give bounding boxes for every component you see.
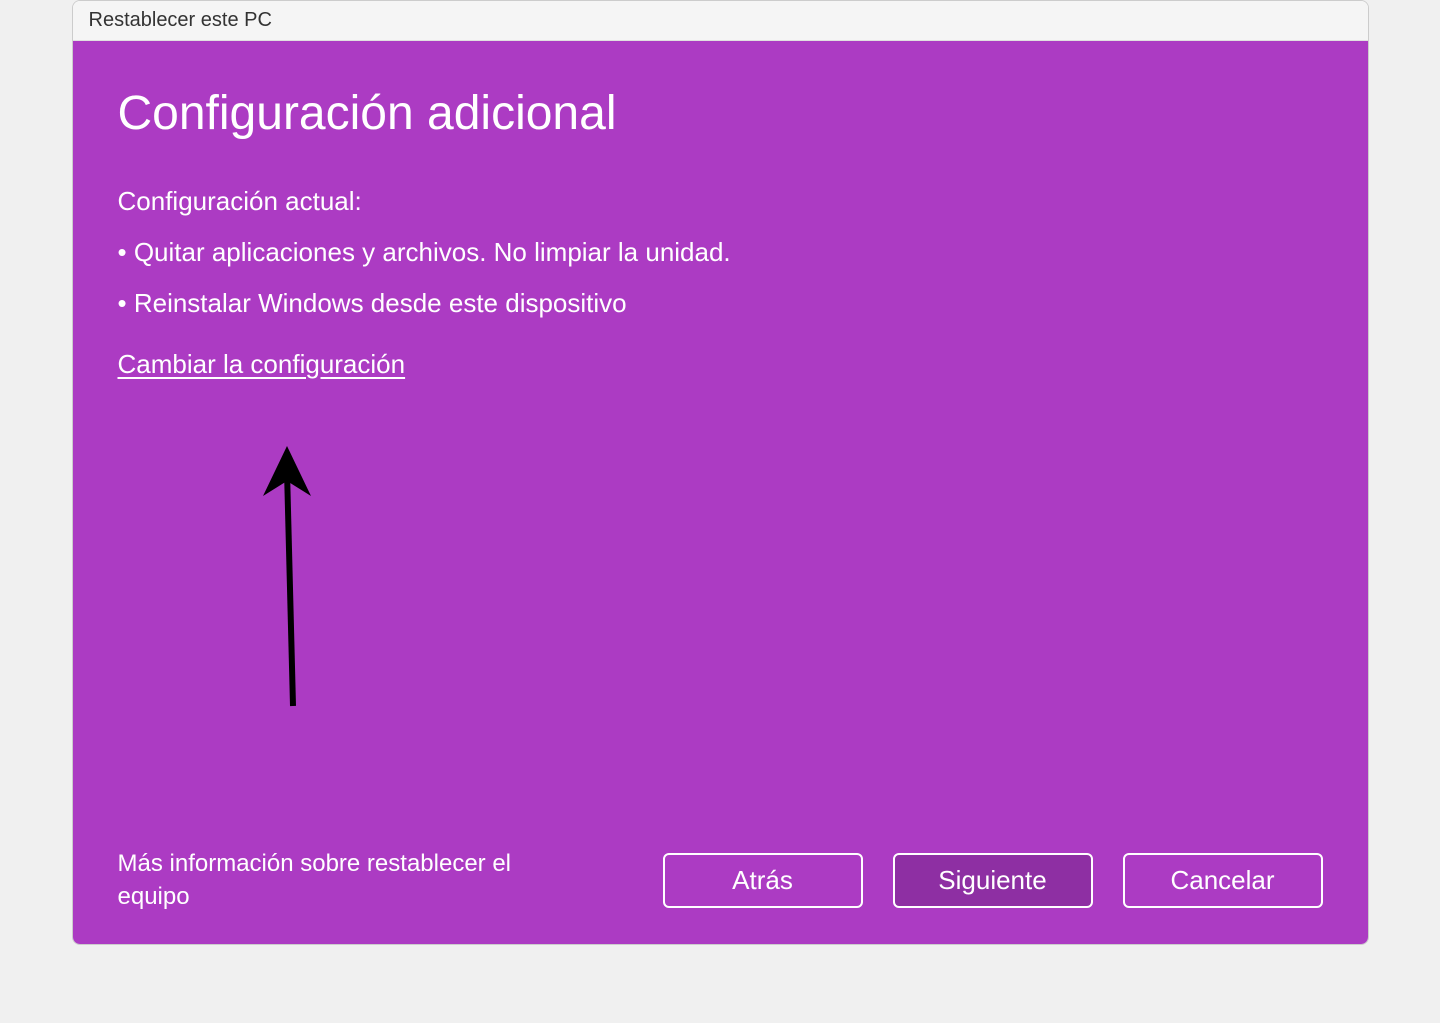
dialog-footer: Más información sobre restablecer el equ… <box>118 847 1323 914</box>
arrow-annotation-icon <box>253 441 333 711</box>
back-button[interactable]: Atrás <box>663 853 863 908</box>
button-row: Atrás Siguiente Cancelar <box>663 853 1323 908</box>
config-bullet-item: • Quitar aplicaciones y archivos. No lim… <box>118 237 1323 268</box>
more-info-link[interactable]: Más información sobre restablecer el equ… <box>118 847 568 914</box>
next-button[interactable]: Siguiente <box>893 853 1093 908</box>
dialog-content: Configuración adicional Configuración ac… <box>73 41 1368 944</box>
config-bullet-item: • Reinstalar Windows desde este disposit… <box>118 288 1323 319</box>
window-title: Restablecer este PC <box>89 9 272 31</box>
current-config-label: Configuración actual: <box>118 186 1323 217</box>
change-settings-link[interactable]: Cambiar la configuración <box>118 349 1323 380</box>
page-heading: Configuración adicional <box>118 86 1323 141</box>
window-titlebar: Restablecer este PC <box>73 1 1368 41</box>
cancel-button[interactable]: Cancelar <box>1123 853 1323 908</box>
reset-pc-dialog: Restablecer este PC Configuración adicio… <box>72 0 1369 945</box>
